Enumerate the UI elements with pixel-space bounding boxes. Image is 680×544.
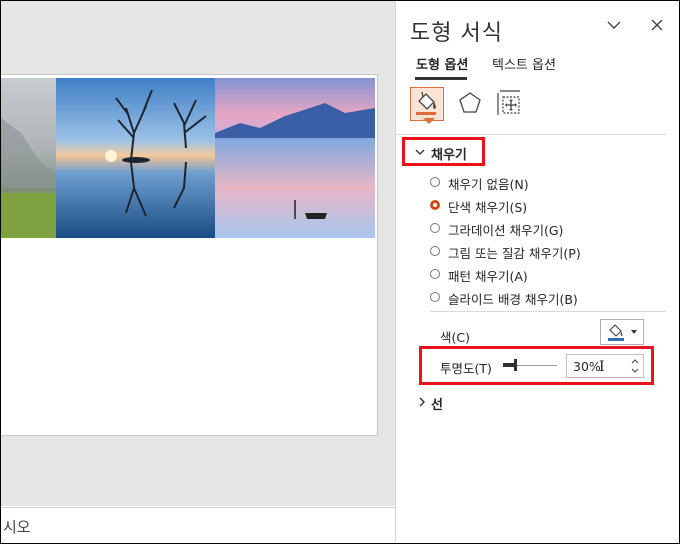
radio-button-selected[interactable] <box>430 200 440 210</box>
section-line-header[interactable]: 선 <box>431 394 443 413</box>
close-icon[interactable] <box>647 15 667 35</box>
transparency-value: 30% <box>573 359 601 374</box>
tab-shape-options[interactable]: 도형 옵션 <box>416 54 468 73</box>
color-label: 색(C) <box>440 330 470 345</box>
radio-button[interactable] <box>430 177 440 187</box>
photo-misty-lake[interactable] <box>215 78 375 238</box>
radio-button[interactable] <box>430 223 440 233</box>
pane-title: 도형 서식 <box>410 21 503 46</box>
divider <box>396 134 666 135</box>
radio-label: 그라데이션 채우기(G) <box>448 223 564 238</box>
chevron-down-icon[interactable] <box>415 147 425 157</box>
chevron-right-icon[interactable] <box>417 397 427 407</box>
fill-color-icon <box>608 324 637 341</box>
transparency-slider-thumb[interactable] <box>514 359 517 371</box>
transparency-spinbox[interactable]: 30% I <box>566 354 644 378</box>
tab-text-options[interactable]: 텍스트 옵션 <box>492 54 556 73</box>
transparency-label: 투명도(T) <box>440 361 492 376</box>
notes-placeholder-text: 시오 <box>3 518 31 536</box>
radio-button[interactable] <box>430 292 440 302</box>
size-properties-button[interactable] <box>494 87 526 119</box>
fill-bucket-icon <box>416 91 436 115</box>
radio-button[interactable] <box>430 246 440 256</box>
divider <box>430 311 666 312</box>
text-cursor-icon: I <box>599 359 605 375</box>
spin-arrows-icon[interactable] <box>629 355 641 377</box>
radio-label: 슬라이드 배경 채우기(B) <box>448 292 578 307</box>
pentagon-icon <box>459 92 481 113</box>
notes-pane[interactable]: 시오 <box>1 507 395 543</box>
fill-line-button[interactable] <box>410 87 444 121</box>
active-tab-indicator <box>415 77 467 80</box>
radio-label: 패턴 채우기(A) <box>448 269 528 284</box>
size-properties-icon <box>497 90 520 115</box>
format-shape-pane: 도형 서식 도형 옵션 텍스트 옵션 채우기 채우기 없음(N) 단색 채우기(… <box>396 1 679 542</box>
fill-color-button[interactable] <box>600 319 644 345</box>
radio-label: 단색 채우기(S) <box>448 200 528 215</box>
radio-label: 그림 또는 질감 채우기(P) <box>448 246 581 261</box>
radio-label: 채우기 없음(N) <box>448 177 529 192</box>
selected-category-indicator <box>423 118 435 124</box>
section-fill-header[interactable]: 채우기 <box>431 144 467 163</box>
photo-mountain-field[interactable] <box>1 78 56 238</box>
effects-button[interactable] <box>454 87 486 119</box>
radio-button[interactable] <box>430 269 440 279</box>
photo-lake-trees[interactable] <box>56 78 215 238</box>
chevron-down-icon[interactable] <box>604 15 624 35</box>
slide-canvas <box>1 1 395 506</box>
